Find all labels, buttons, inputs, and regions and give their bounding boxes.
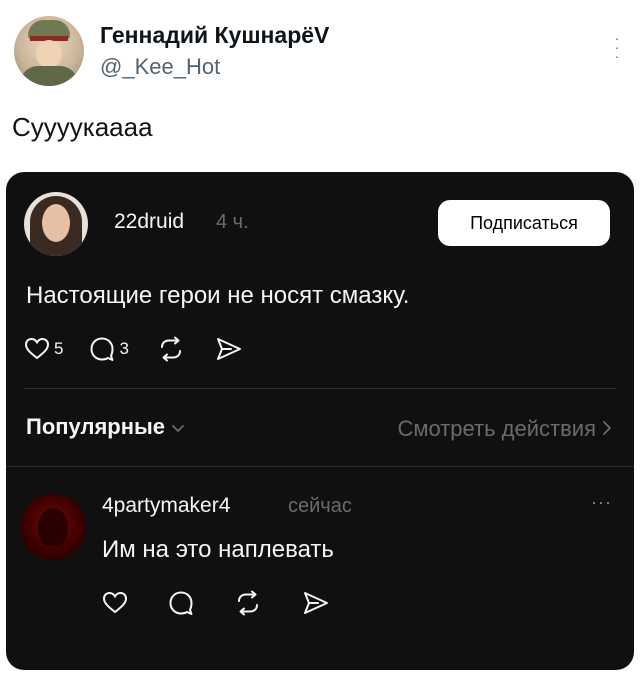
repost-icon [234,590,262,616]
view-activity-link[interactable]: Смотреть действия [397,416,612,442]
divider [24,388,616,389]
repost-icon [157,336,185,362]
reply-timestamp: сейчас [288,495,352,517]
post-author-avatar[interactable] [24,192,88,256]
post-timestamp: 4 ч. [216,211,249,233]
share-button[interactable] [215,336,243,362]
comment-count: 3 [119,339,129,358]
heart-icon [102,591,128,615]
more-horizontal-icon[interactable]: ··· [591,492,612,513]
reply-like-button[interactable] [102,591,128,615]
comment-button[interactable]: 3 [89,336,129,362]
sort-label: Популярные [26,414,166,439]
like-button[interactable]: 5 [24,337,63,361]
tweet-header: Геннадий КушнарёV @_Kee_Hot · · · [10,14,630,94]
avatar-shape [38,508,68,546]
more-vertical-icon[interactable]: · · · [614,31,620,64]
divider [6,466,634,467]
chevron-right-icon [602,416,612,442]
like-count: 5 [54,339,64,358]
post-actions: 5 3 [24,336,243,362]
comment-icon [168,590,194,616]
reply-author-avatar[interactable] [20,494,86,560]
share-icon [215,336,243,362]
heart-icon [24,337,50,361]
view-activity-label: Смотреть действия [397,416,596,441]
avatar-coat [20,66,78,86]
reply-actions [102,590,330,616]
post-text: Настоящие герои не носят смазку. [26,282,410,309]
reply-text: Им на это наплевать [102,536,334,563]
avatar-face [36,40,62,68]
reply-share-button[interactable] [302,590,330,616]
chevron-down-icon [171,414,185,440]
avatar-face [42,204,70,242]
tweet-text: Суууукаааа [12,112,153,142]
subscribe-button[interactable]: Подписаться [438,200,610,246]
comment-icon [89,336,115,362]
embedded-screenshot: 22druid 4 ч. Подписаться Настоящие герои… [6,172,634,670]
reply-comment-button[interactable] [168,590,194,616]
author-display-name[interactable]: Геннадий КушнарёV [100,22,329,49]
reply-username[interactable]: 4partymaker4 [102,494,230,518]
repost-button[interactable] [157,336,185,362]
author-handle[interactable]: @_Kee_Hot [100,54,220,80]
sort-dropdown[interactable]: Популярные [26,414,185,440]
post-username[interactable]: 22druid [114,210,184,234]
share-icon [302,590,330,616]
author-avatar[interactable] [14,16,84,86]
reply-repost-button[interactable] [234,590,262,616]
